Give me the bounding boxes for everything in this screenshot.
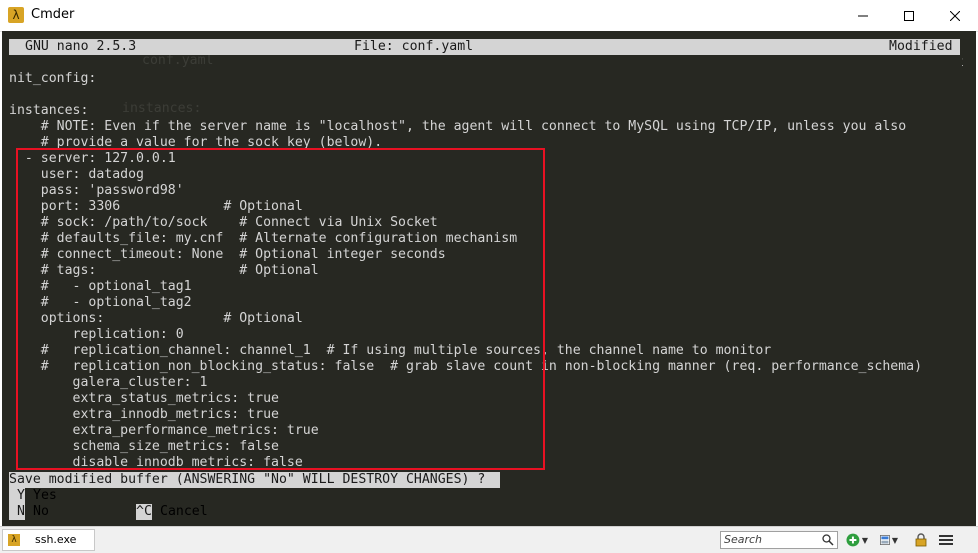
yes-option[interactable]: Yes [33,488,57,504]
editor-line[interactable]: # NOTE: Even if the server name is "loca… [9,119,906,135]
ghost-text: instances: [122,101,202,116]
layout-button[interactable]: ▼ [880,531,898,549]
terminal-console[interactable]: conf.yaml instances: GNU nano 2.5.3 File… [2,31,976,526]
nano-filename: File: conf.yaml [354,39,474,54]
close-button[interactable] [932,0,978,31]
nano-version: GNU nano 2.5.3 [25,39,137,54]
menu-icon [939,535,953,545]
yes-key[interactable]: Y [9,488,25,504]
maximize-button[interactable] [886,0,932,31]
minimize-icon [858,15,868,16]
editor-line[interactable]: nit_config: [9,71,96,87]
cancel-option[interactable]: Cancel [160,504,208,520]
chevron-down-icon: ▼ [861,535,868,545]
search-icon[interactable] [821,533,835,547]
nano-status: Modified [889,39,953,54]
window-titlebar: λ Cmder [0,0,978,32]
lambda-icon: λ [8,534,20,546]
no-key[interactable]: N [9,504,25,520]
search-input[interactable]: Search [720,531,838,549]
new-console-button[interactable]: ▼ [846,531,868,549]
layout-icon [880,535,890,545]
ghost-text: conf.yaml [142,53,214,68]
terminal-scrollbar[interactable] [963,31,976,526]
editor-line[interactable]: instances: [9,103,88,119]
maximize-icon [904,10,914,21]
lock-button[interactable] [912,531,930,549]
plus-icon [846,533,860,547]
console-tab[interactable]: λ ssh.exe [2,529,95,551]
window-title: Cmder [31,7,75,22]
lambda-icon[interactable]: λ [8,7,24,23]
lock-icon [915,533,927,547]
chevron-down-icon: ▼ [891,535,898,545]
menu-button[interactable] [935,531,957,549]
cmder-statusbar: λ ssh.exe Search ▼ ▼ [0,526,978,553]
no-option[interactable]: No [33,504,49,520]
highlight-box [16,148,545,470]
nano-header: GNU nano 2.5.3 File: conf.yaml Modified [9,39,960,55]
save-prompt: Save modified buffer (ANSWERING "No" WIL… [9,472,499,488]
close-icon [950,10,960,21]
text-cursor [498,472,500,488]
tab-label: ssh.exe [35,533,77,546]
minimize-button[interactable] [840,0,886,31]
search-placeholder: Search [724,533,763,546]
cancel-key[interactable]: ^C [136,504,152,520]
